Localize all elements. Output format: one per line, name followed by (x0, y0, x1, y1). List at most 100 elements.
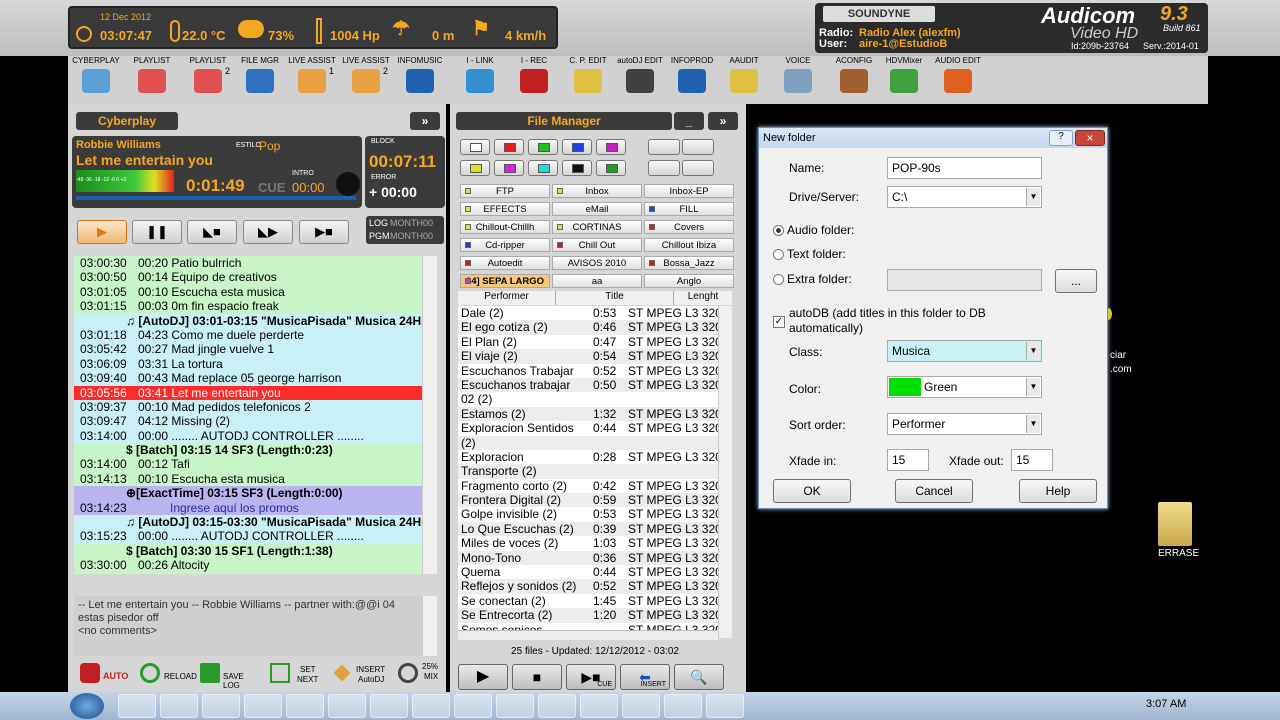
play-button[interactable]: ▶ (77, 220, 127, 244)
playlist-row[interactable]: 03:00:50 00:14 Equipo de creativos (74, 270, 422, 285)
playlist-row[interactable]: 03:00:30 00:20 Patio bulrrich (74, 256, 422, 271)
taskbar-skype-icon[interactable] (370, 694, 408, 718)
toolbar-button-9[interactable]: C. P. EDIT (560, 56, 616, 102)
folder-category[interactable]: Covers (644, 220, 734, 234)
folder-category[interactable]: Cd-ripper (460, 238, 550, 252)
file-row[interactable]: Golpe invisible (2) 0:53 ST MPEG L3 320 (458, 507, 718, 522)
toolbar-button-0[interactable]: CYBERPLAY (68, 56, 124, 102)
toolbar-button-2[interactable]: PLAYLIST 2 (180, 56, 236, 102)
folder-category[interactable]: Inbox (552, 184, 642, 198)
column-title[interactable]: Title (556, 291, 674, 305)
sort-order-select[interactable]: Performer ▼ (887, 413, 1042, 435)
color-filter-button[interactable] (528, 139, 558, 155)
playlist-row[interactable]: 03:01:18 04:23 Como me duele perderte (74, 327, 422, 343)
file-row[interactable]: Transporte (2) (458, 464, 718, 479)
autodb-checkbox[interactable]: ✓ (773, 316, 785, 328)
file-row[interactable]: Fragmento corto (2) 0:42 ST MPEG L3 320 (458, 478, 718, 494)
file-manager-expand-button[interactable]: » (708, 112, 738, 130)
file-row[interactable]: Mono-Tono 0:36 ST MPEG L3 320 (458, 550, 718, 566)
playlist-row[interactable]: 03:14:13 00:10 Escucha esta musica (74, 471, 422, 487)
text-folder-radio[interactable] (773, 249, 784, 260)
file-row[interactable]: Lo Que Escuchas (2) 0:39 ST MPEG L3 320 (458, 521, 718, 537)
folder-category[interactable]: Autoedit (460, 256, 550, 270)
color-filter-button[interactable] (528, 160, 558, 176)
toolbar-button-7[interactable]: I - LINK (452, 56, 508, 102)
file-row[interactable]: Reflejos y sonidos (2) 0:52 ST MPEG L3 320 (458, 579, 718, 594)
folder-icon[interactable] (1158, 502, 1192, 546)
folder-category[interactable]: FTP (460, 184, 550, 198)
fm-search-button[interactable]: 🔍 (674, 664, 724, 690)
color-filter-button[interactable] (596, 139, 626, 155)
taskbar-ie-icon[interactable] (118, 694, 156, 718)
xfade-in-field[interactable]: 15 (887, 449, 929, 471)
file-row[interactable]: Frontera Digital (2) 0:59 ST MPEG L3 320 (458, 493, 718, 508)
progress-bar[interactable] (76, 196, 356, 200)
file-list-hscrollbar[interactable] (458, 630, 718, 640)
folder-category[interactable]: EFFECTS (460, 202, 550, 216)
drive-server-select[interactable]: C:\ ▼ (887, 186, 1042, 208)
playlist-row[interactable]: $ [Batch] 03:15 14 SF3 (Length:0:23) (74, 443, 422, 458)
folder-category[interactable]: 24] SEPA LARGO (460, 274, 550, 288)
color-filter-button[interactable] (494, 160, 524, 176)
color-filter-button[interactable] (460, 160, 490, 176)
playlist-row[interactable]: 03:09:40 00:43 Mad replace 05 george harr… (74, 371, 422, 386)
forward-icon[interactable] (682, 160, 714, 176)
taskbar-archive-icon[interactable] (454, 694, 492, 718)
file-row[interactable]: Exploracion 0:28 ST MPEG L3 320 (458, 449, 718, 465)
toolbar-button-12[interactable]: AAUDIT (716, 56, 772, 102)
toolbar-button-13[interactable]: VOICE (770, 56, 826, 102)
file-row[interactable]: (2) (458, 435, 718, 450)
file-row[interactable]: 02 (2) (458, 392, 718, 407)
ok-button[interactable]: OK (773, 479, 851, 503)
browse-button[interactable]: ... (1055, 269, 1097, 293)
column-performer[interactable]: Performer (458, 291, 556, 305)
playlist-row[interactable]: 03:06:09 03:31 La tortura (74, 356, 422, 372)
help-icon[interactable]: ? (1049, 130, 1073, 146)
taskbar-network-icon[interactable] (664, 694, 702, 718)
file-manager-minimize-button[interactable]: _ (674, 112, 704, 130)
taskbar-sheet-icon[interactable] (706, 694, 744, 718)
file-row[interactable]: Se Entrecorta (2) 1:20 ST MPEG L3 320 (458, 608, 718, 623)
playlist-row[interactable]: ♫ [AutoDJ] 03:15-03:30 "MusicaPisada" Mu… (74, 515, 422, 530)
set-next-button[interactable]: SET NEXT (268, 662, 322, 688)
taskbar-word-icon[interactable] (496, 694, 534, 718)
toolbar-button-10[interactable]: autoDJ EDIT (612, 56, 668, 102)
file-row[interactable]: Exploracion Sentidos 0:44 ST MPEG L3 320 (458, 421, 718, 436)
jog-knob[interactable] (336, 172, 360, 196)
new-folder-icon[interactable] (648, 139, 680, 155)
toolbar-button-6[interactable]: INFOMUSIC (392, 56, 448, 102)
taskbar-tool-icon[interactable] (622, 694, 660, 718)
playlist[interactable]: 03:00:30 00:20 Patio bulrrich 03:00:50 00:1… (74, 256, 422, 574)
fm-insert-button[interactable]: ⬅ INSERT (620, 664, 670, 690)
back-icon[interactable] (648, 160, 680, 176)
next-button[interactable]: ◣▶ (243, 220, 293, 244)
reload-button[interactable]: RELOAD (138, 662, 197, 686)
xfade-out-field[interactable]: 15 (1011, 449, 1053, 471)
taskbar-media-player-icon[interactable] (202, 694, 240, 718)
playlist-row[interactable]: 03:01:15 00:03 0m fin espacio freak (74, 299, 422, 314)
playlist-row[interactable]: 03:09:47 04:12 Missing (2) (74, 414, 422, 429)
file-row[interactable]: Se conectan (2) 1:45 ST MPEG L3 320 (458, 593, 718, 609)
cyberplay-expand-button[interactable]: » (410, 112, 440, 130)
cancel-button[interactable]: Cancel (895, 479, 973, 503)
taskbar-chrome-icon[interactable] (244, 694, 282, 718)
folder-category[interactable]: Chill Out (552, 238, 642, 252)
playlist-row[interactable]: ♫ [AutoDJ] 03:01-03:15 "MusicaPisada" Mu… (74, 313, 422, 328)
toolbar-button-16[interactable]: AUDIO EDIT (930, 56, 986, 102)
audio-folder-radio[interactable] (773, 225, 784, 236)
folder-category[interactable]: Chillout-Chillh (460, 220, 550, 234)
folder-category[interactable]: FILL (644, 202, 734, 216)
start-button[interactable] (70, 693, 104, 719)
pause-button[interactable]: ❚❚ (132, 220, 182, 244)
color-filter-button[interactable] (596, 160, 626, 176)
folder-category[interactable]: Inbox-EP (644, 184, 734, 198)
playlist-row[interactable]: 03:14:00 00:00 ........ AUTODJ CONTROLLER… (74, 428, 422, 444)
mix-button[interactable]: 25% MIX (396, 660, 440, 686)
file-row[interactable]: Escuchanos Trabajar 0:52 ST MPEG L3 320 (458, 363, 718, 378)
fm-stop-button[interactable]: ■ (512, 664, 562, 690)
file-row[interactable]: El ego cotiza (2) 0:46 ST MPEG L3 320 (458, 320, 718, 335)
playlist-row[interactable]: 03:05:56 03:41 Let me entertain you (74, 385, 422, 400)
file-row[interactable]: Dale (2) 0:53 ST MPEG L3 320 (458, 306, 718, 321)
playlist-row[interactable]: 03:14:00 00:12 Tafi (74, 457, 422, 472)
file-row[interactable]: El Plan (2) 0:47 ST MPEG L3 320 (458, 334, 718, 350)
